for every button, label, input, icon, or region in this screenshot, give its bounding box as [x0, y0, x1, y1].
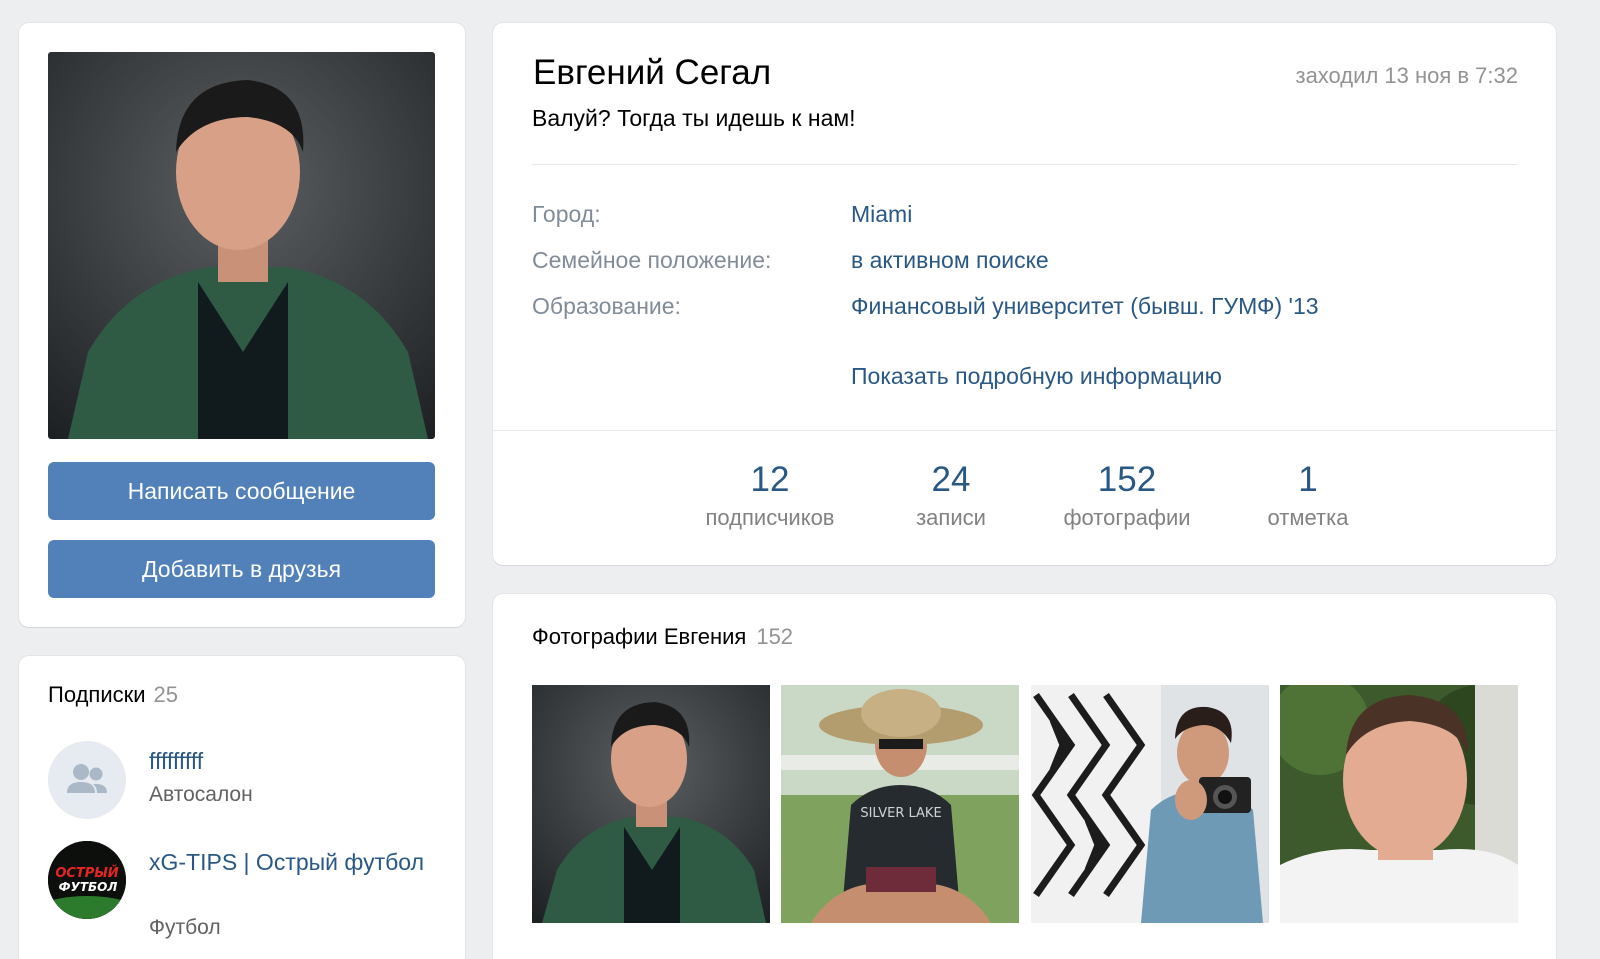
subscriptions-header[interactable]: Подписки 25	[48, 682, 178, 708]
subscription-name[interactable]: fffffffff	[149, 746, 429, 777]
show-more-info-link[interactable]: Показать подробную информацию	[851, 363, 1222, 390]
profile-info-card: Евгений Сегал заходил 13 ноя в 7:32 Валу…	[493, 23, 1556, 565]
photos-card: Фотографии Евгения 152 SILVER LAKE	[493, 594, 1556, 959]
photos-title: Фотографии Евгения	[532, 624, 747, 649]
counter-label: подписчиков	[705, 505, 835, 530]
photo-thumbnail[interactable]	[532, 685, 770, 923]
counter-followers[interactable]: 12 подписчиков	[690, 459, 850, 531]
counter-number: 1	[1298, 460, 1318, 499]
subscription-avatar[interactable]	[48, 741, 126, 819]
sharp-football-logo: ОСТРЫЙ ФУТБОЛ	[48, 841, 126, 919]
subscription-type: Автосалон	[149, 783, 253, 806]
info-value-link[interactable]: в активном поиске	[851, 247, 1049, 274]
last-seen: заходил 13 ноя в 7:32	[1295, 63, 1518, 88]
info-value-link[interactable]: Miami	[851, 201, 912, 228]
counter-label: отметка	[1267, 505, 1349, 530]
logo-text-2: ФУТБОЛ	[59, 880, 118, 894]
subscription-type: Футбол	[149, 916, 221, 939]
subscriptions-card: Подписки 25 fffffffff Автосалон ОСТРЫЙ ФУ…	[19, 656, 465, 959]
photo-image	[1280, 685, 1518, 923]
profile-photo[interactable]	[48, 52, 435, 439]
send-message-button[interactable]: Написать сообщение	[48, 462, 435, 520]
counter-photos[interactable]: 152 фотографии	[1047, 459, 1207, 531]
subscription-name[interactable]: xG-TIPS | Острый футбол	[149, 847, 429, 878]
counter-posts[interactable]: 24 записи	[891, 459, 1011, 531]
subscription-item[interactable]: fffffffff Автосалон	[48, 741, 448, 831]
counter-number: 24	[931, 460, 971, 499]
subscriptions-count: 25	[153, 682, 179, 707]
subscription-item[interactable]: ОСТРЫЙ ФУТБОЛ xG-TIPS | Острый футбол Фу…	[48, 841, 448, 959]
photo-thumbnail[interactable]	[1031, 685, 1269, 923]
photo-thumbnail[interactable]	[1280, 685, 1518, 923]
profile-status: Валуй? Тогда ты идешь к нам!	[532, 105, 856, 131]
info-label: Образование:	[532, 293, 681, 319]
counter-label: фотографии	[1063, 505, 1191, 530]
photo-thumbnail[interactable]: SILVER LAKE	[781, 685, 1019, 923]
photo-image	[532, 685, 770, 923]
photos-count: 152	[756, 624, 794, 649]
counter-tags[interactable]: 1 отметка	[1248, 459, 1368, 531]
counter-label: записи	[916, 505, 986, 530]
photos-header[interactable]: Фотографии Евгения 152	[532, 624, 793, 650]
photo-image: SILVER LAKE	[781, 685, 1019, 923]
add-friend-button[interactable]: Добавить в друзья	[48, 540, 435, 598]
divider	[532, 164, 1518, 165]
profile-name: Евгений Сегал	[533, 53, 772, 92]
subscriptions-title: Подписки	[48, 682, 146, 707]
divider	[493, 430, 1556, 431]
photo-image	[1031, 685, 1269, 923]
counter-number: 12	[750, 460, 790, 499]
logo-text-1: ОСТРЫЙ	[55, 865, 118, 881]
avatar-card: Написать сообщение Добавить в друзья	[19, 23, 465, 627]
info-value-link[interactable]: Финансовый университет (бывш. ГУМФ) '13	[851, 293, 1319, 320]
info-label: Семейное положение:	[532, 247, 772, 273]
profile-photo-image	[48, 52, 435, 439]
info-label: Город:	[532, 201, 601, 227]
shirt-text: SILVER LAKE	[860, 806, 941, 821]
subscription-avatar[interactable]: ОСТРЫЙ ФУТБОЛ	[48, 841, 126, 919]
group-icon	[67, 764, 107, 793]
counter-number: 152	[1097, 460, 1157, 499]
